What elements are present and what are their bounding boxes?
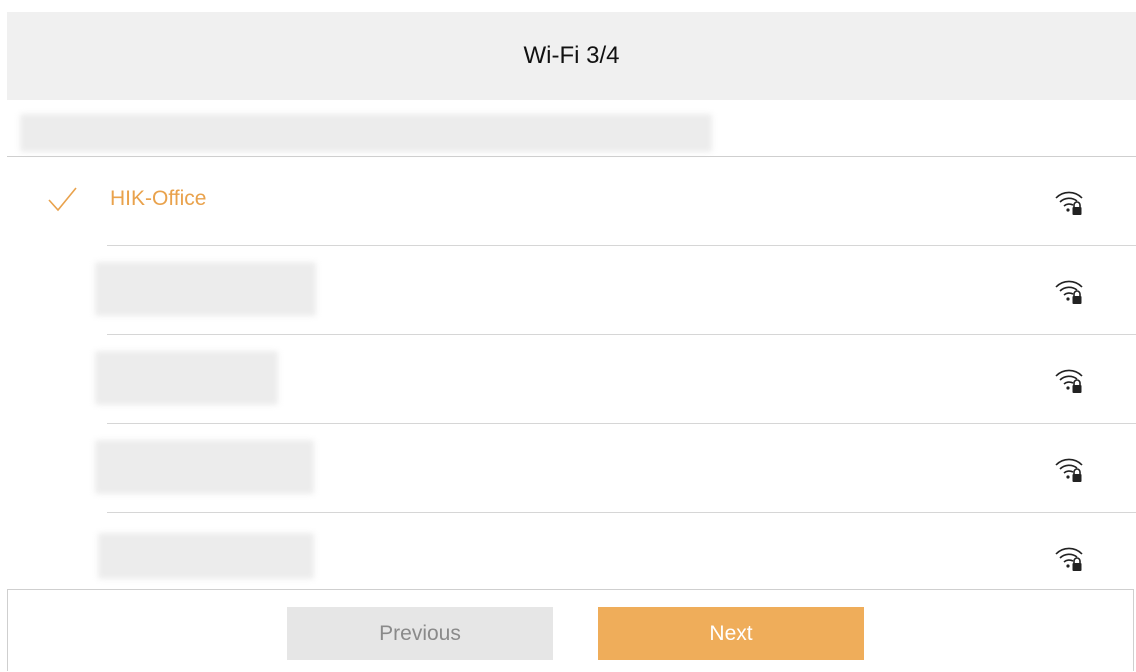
wifi-lock-icon xyxy=(1055,191,1083,215)
blurred-info-text xyxy=(20,114,712,152)
footer-bar: Previous Next xyxy=(7,589,1134,671)
network-ssid: HIK-Office xyxy=(110,187,207,210)
header-bar: Wi-Fi 3/4 xyxy=(7,12,1136,100)
check-icon xyxy=(48,187,77,212)
next-button[interactable]: Next xyxy=(598,607,864,660)
wifi-lock-icon xyxy=(1055,547,1083,571)
blurred-network-ssid xyxy=(98,533,314,579)
wifi-lock-icon xyxy=(1055,369,1083,393)
previous-button[interactable]: Previous xyxy=(287,607,553,660)
blurred-network-ssid xyxy=(95,351,278,405)
wifi-lock-icon xyxy=(1055,458,1083,482)
page-title: Wi-Fi 3/4 xyxy=(523,42,620,69)
blurred-network-ssid xyxy=(95,440,314,494)
network-row[interactable] xyxy=(7,424,1136,513)
wifi-setup-screen: Wi-Fi 3/4 HIK-Office Previous Next xyxy=(0,0,1136,672)
network-row-hik-office[interactable]: HIK-Office xyxy=(7,157,1136,246)
network-row[interactable] xyxy=(7,246,1136,335)
wifi-lock-icon xyxy=(1055,280,1083,304)
network-row[interactable] xyxy=(7,335,1136,424)
blurred-network-ssid xyxy=(95,262,316,316)
